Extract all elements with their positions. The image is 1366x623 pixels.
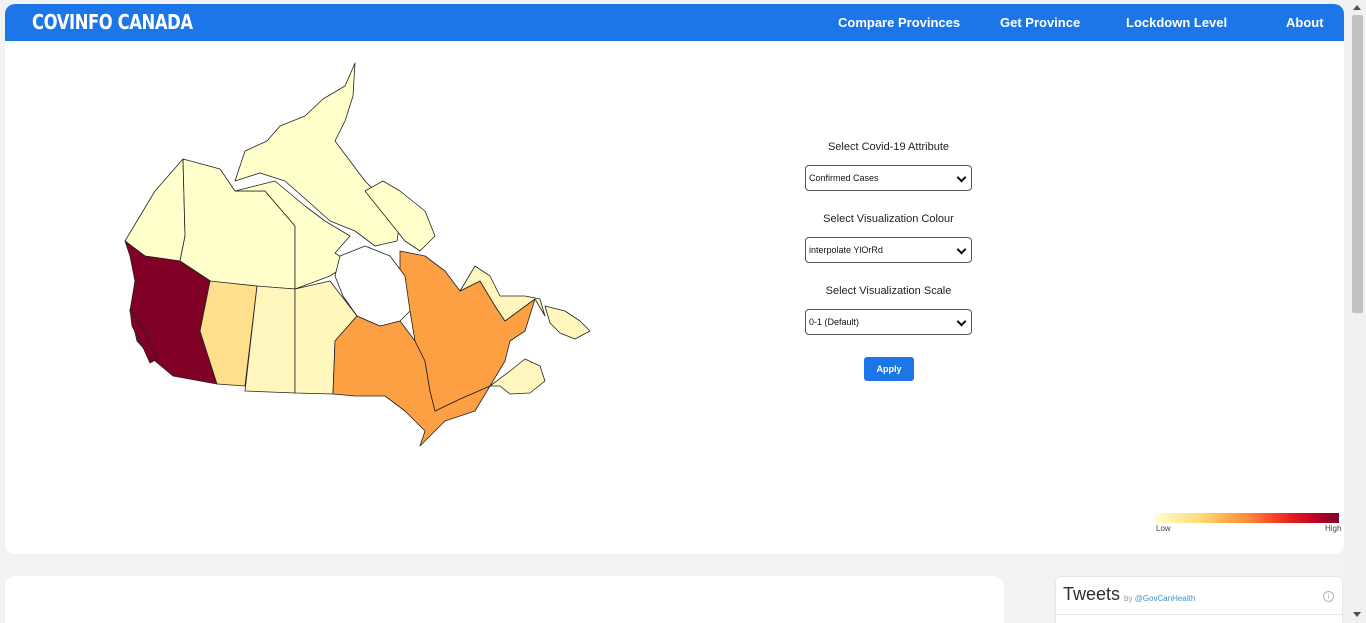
chevron-down-icon	[956, 172, 967, 183]
content-card	[5, 576, 1004, 623]
scale-select-value: 0-1 (Default)	[809, 317, 860, 327]
tweets-by-text: by	[1124, 594, 1133, 603]
map-card: Select Covid-19 Attribute Confirmed Case…	[5, 41, 1344, 554]
map-region-yukon[interactable]	[124, 158, 186, 262]
nav-lockdown-level[interactable]: Lockdown Level	[1126, 15, 1227, 30]
canada-map	[124, 62, 591, 447]
chevron-down-icon	[956, 316, 967, 327]
info-icon[interactable]: i	[1323, 591, 1334, 602]
scroll-down-arrow-icon[interactable]	[1353, 612, 1361, 617]
scroll-thumb[interactable]	[1352, 15, 1363, 313]
attribute-select[interactable]: Confirmed Cases	[805, 165, 972, 191]
scale-select[interactable]: 0-1 (Default)	[805, 309, 972, 335]
scale-label: Select Visualization Scale	[825, 285, 952, 297]
attribute-select-value: Confirmed Cases	[809, 173, 879, 183]
page-scrollbar[interactable]	[1349, 0, 1366, 623]
tweets-widget: Tweets by @GovCanHealth i	[1055, 576, 1343, 623]
attribute-label: Select Covid-19 Attribute	[827, 141, 950, 153]
map-region-newfoundland[interactable]	[544, 305, 591, 340]
apply-button[interactable]: Apply	[864, 357, 914, 381]
colour-select[interactable]: interpolate YlOrRd	[805, 237, 972, 263]
legend-low-label: Low	[1156, 524, 1171, 533]
colour-legend-bar	[1155, 513, 1339, 523]
nav-compare-provinces[interactable]: Compare Provinces	[838, 15, 960, 30]
colour-label: Select Visualization Colour	[823, 213, 954, 225]
nav-get-province[interactable]: Get Province	[1000, 15, 1080, 30]
navbar: COVINFO CANADA Compare Provinces Get Pro…	[5, 4, 1344, 41]
nav-about[interactable]: About	[1286, 15, 1324, 30]
legend-high-label: High	[1325, 524, 1342, 533]
tweets-divider	[1056, 614, 1342, 615]
tweets-handle-link[interactable]: @GovCanHealth	[1135, 594, 1196, 603]
tweets-title: Tweets	[1063, 584, 1121, 604]
scroll-up-arrow-icon[interactable]	[1353, 5, 1361, 10]
brand-logo[interactable]: COVINFO CANADA	[32, 10, 193, 34]
chevron-down-icon	[956, 244, 967, 255]
tweets-byline: by @GovCanHealth	[1124, 594, 1195, 603]
colour-select-value: interpolate YlOrRd	[809, 245, 883, 255]
